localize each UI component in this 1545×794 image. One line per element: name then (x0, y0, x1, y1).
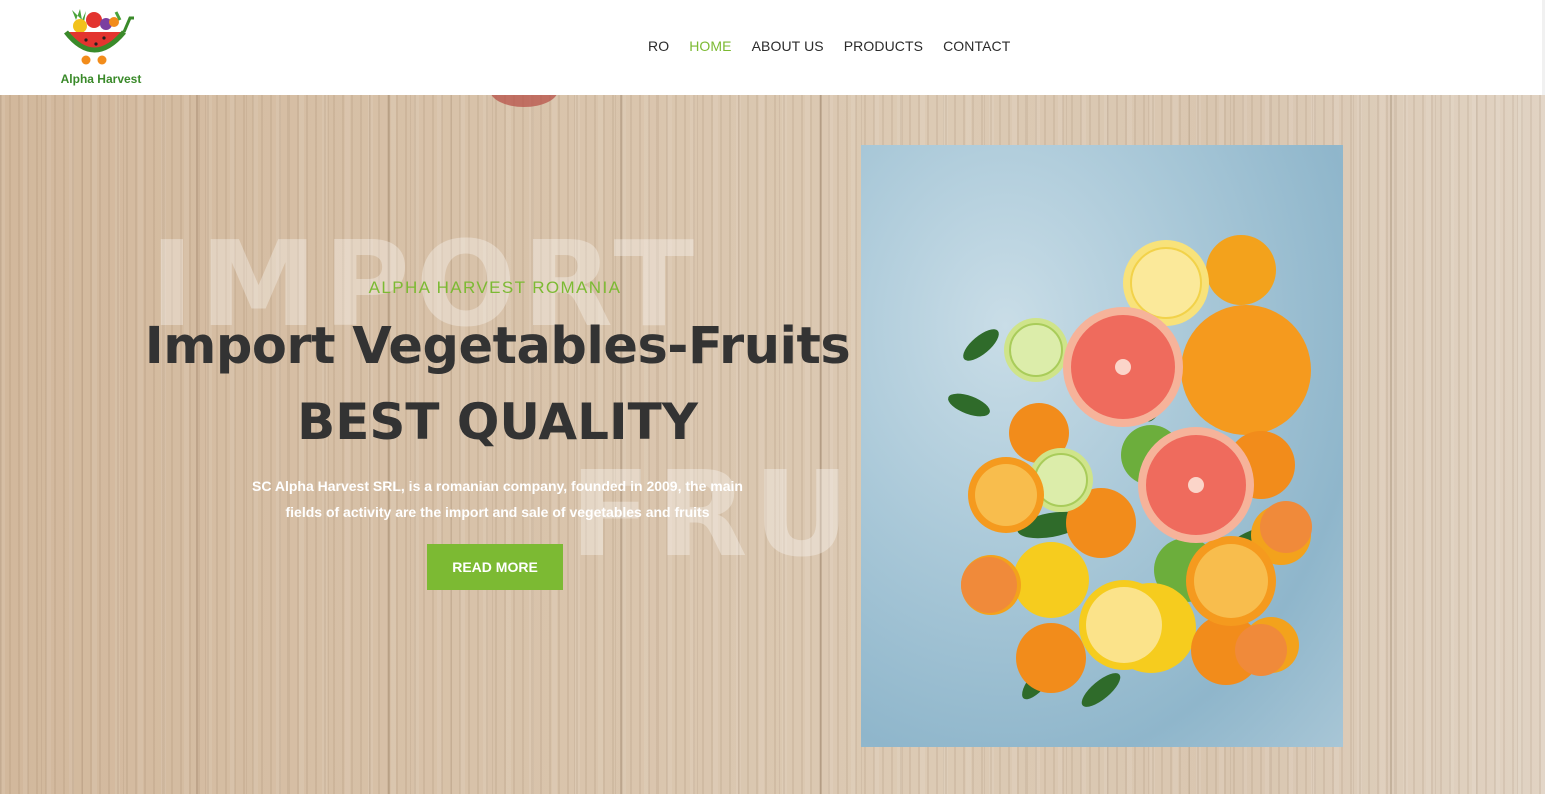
nav-item-home[interactable]: HOME (689, 38, 731, 54)
hero-title: Import Vegetables-Fruits (144, 317, 851, 376)
brand-name: Alpha Harvest (60, 72, 142, 86)
brand-logo[interactable]: Alpha Harvest (54, 6, 148, 88)
site-header: Alpha Harvest RO HOME ABOUT US PRODUCTS … (0, 0, 1545, 95)
citrus-illustration (948, 235, 1312, 707)
hero-eyebrow: ALPHA HARVEST ROMANIA (368, 278, 622, 297)
read-more-button[interactable]: READ MORE (427, 544, 563, 590)
wood-plank-line (1390, 95, 1392, 794)
fruit-basket-icon (64, 9, 134, 65)
hero-description: SC Alpha Harvest SRL, is a romanian comp… (252, 478, 743, 520)
hero-subtitle: BEST QUALITY (297, 393, 698, 451)
nav-item-about-us[interactable]: ABOUT US (752, 38, 824, 54)
nav-item-contact[interactable]: CONTACT (943, 38, 1010, 54)
hero-section: IMPORT FRU ALPHA HARVEST ROMANIA Import … (0, 95, 1545, 794)
nav-item-ro[interactable]: RO (648, 38, 669, 54)
nav-item-products[interactable]: PRODUCTS (844, 38, 923, 54)
main-nav: RO HOME ABOUT US PRODUCTS CONTACT (648, 38, 1030, 54)
apple-decoration (490, 95, 558, 107)
citrus-fruits-image (861, 145, 1343, 747)
